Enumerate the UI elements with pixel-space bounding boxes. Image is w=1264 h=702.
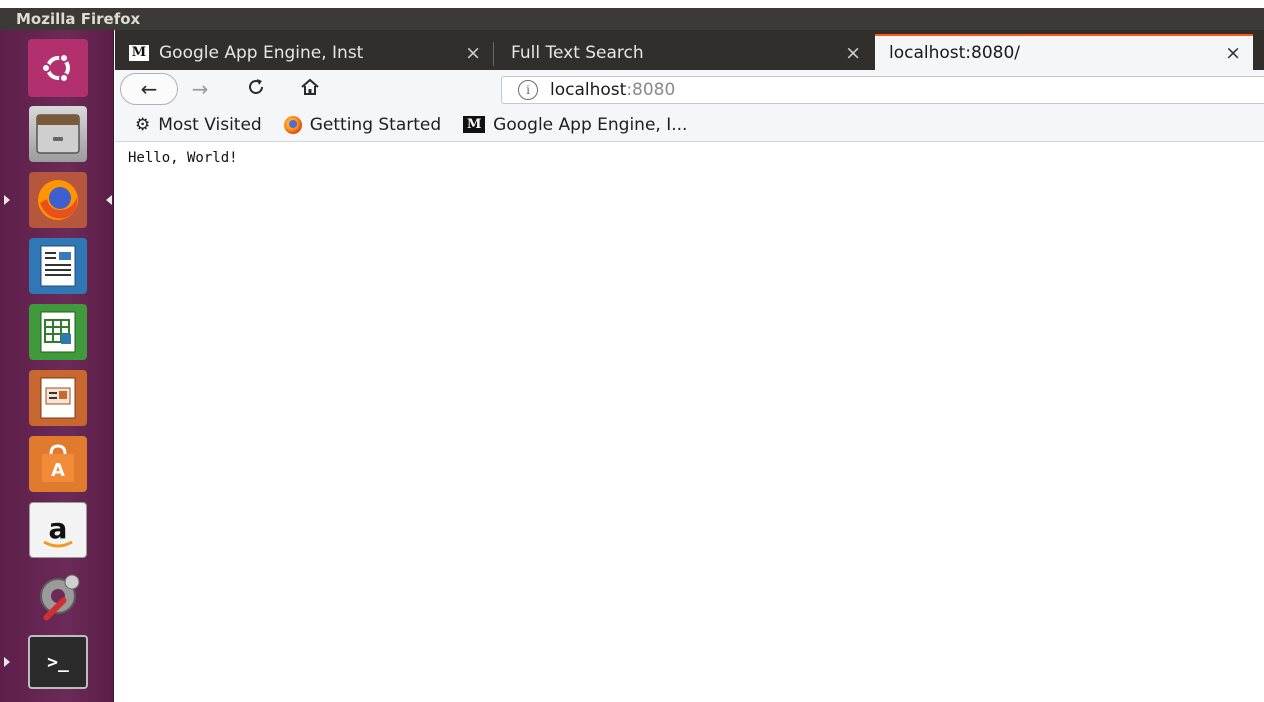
firefox-favicon-icon [283, 115, 302, 134]
running-indicator [4, 195, 10, 205]
bookmark-google-app-engine[interactable]: M Google App Engine, I... [463, 115, 687, 135]
forward-button[interactable]: → [185, 74, 215, 104]
bookmark-label: Most Visited [158, 114, 262, 135]
close-tab-icon[interactable]: × [465, 42, 481, 64]
launcher-dash[interactable] [14, 38, 102, 98]
tab-separator [493, 42, 494, 66]
medium-favicon-icon: M [129, 45, 149, 61]
address-bar[interactable]: i localhost:8080 [501, 76, 1264, 104]
tab-strip: M Google App Engine, Inst × Full Text Se… [115, 30, 1264, 70]
reload-button[interactable] [241, 74, 271, 104]
bookmark-label: Google App Engine, I... [493, 114, 688, 135]
svg-text:a: a [49, 512, 68, 545]
back-arrow-icon: ← [140, 77, 158, 101]
launcher-software-center[interactable]: A [14, 434, 102, 494]
launcher-terminal[interactable]: >_ [4, 632, 102, 692]
settings-wrench-icon [29, 568, 87, 624]
firefox-window: M Google App Engine, Inst × Full Text Se… [115, 30, 1264, 702]
spreadsheet-icon [29, 304, 87, 360]
tab-full-text-search[interactable]: Full Text Search × [497, 36, 873, 70]
launcher-files[interactable] [14, 104, 102, 164]
close-tab-icon[interactable]: × [845, 42, 861, 64]
amazon-icon: a [29, 502, 87, 558]
launcher-amazon[interactable]: a [14, 500, 102, 560]
focus-indicator [106, 195, 112, 205]
navigation-toolbar: ← → i localhost:8080 [115, 70, 1264, 108]
tab-label: localhost:8080/ [889, 43, 1021, 63]
file-cabinet-icon [29, 106, 87, 162]
running-indicator [4, 657, 10, 667]
terminal-prompt: >_ [47, 651, 69, 673]
reload-icon [246, 77, 266, 102]
launcher-calc[interactable] [14, 302, 102, 362]
window-title: Mozilla Firefox [0, 8, 1264, 30]
launcher-writer[interactable] [14, 236, 102, 296]
forward-arrow-icon: → [191, 77, 209, 101]
home-icon [300, 77, 320, 102]
launcher-firefox[interactable] [4, 170, 112, 230]
launcher-impress[interactable] [14, 368, 102, 428]
bookmark-getting-started[interactable]: Getting Started [283, 114, 442, 135]
bookmark-most-visited[interactable]: ⚙ Most Visited [135, 115, 262, 135]
shopping-bag-icon: A [29, 436, 87, 492]
url-port: :8080 [626, 80, 676, 100]
bookmark-label: Getting Started [309, 114, 442, 135]
medium-favicon-icon: M [463, 116, 486, 133]
page-body-text: Hello, World! [128, 150, 238, 166]
unity-launcher: A a >_ [0, 30, 114, 702]
terminal-icon: >_ [28, 635, 88, 689]
launcher-system-settings[interactable] [14, 566, 102, 626]
firefox-icon [29, 172, 87, 228]
writer-document-icon [29, 238, 87, 294]
back-button[interactable]: ← [120, 73, 178, 105]
top-strip [0, 0, 1264, 8]
gear-icon: ⚙ [135, 114, 151, 135]
site-info-icon[interactable]: i [518, 80, 538, 100]
url-host: localhost [550, 80, 627, 100]
tab-label: Full Text Search [511, 43, 644, 63]
tab-localhost[interactable]: localhost:8080/ × [875, 34, 1253, 70]
tab-label: Google App Engine, Inst [159, 43, 364, 63]
presentation-icon [29, 370, 87, 426]
close-tab-icon[interactable]: × [1225, 42, 1241, 64]
svg-text:A: A [51, 460, 65, 481]
page-content: Hello, World! [115, 143, 1264, 702]
ubuntu-logo-icon [28, 39, 88, 97]
bookmarks-toolbar: ⚙ Most Visited Getting Started M Google … [115, 108, 1264, 142]
tab-google-app-engine[interactable]: M Google App Engine, Inst × [115, 36, 493, 70]
home-button[interactable] [295, 74, 325, 104]
